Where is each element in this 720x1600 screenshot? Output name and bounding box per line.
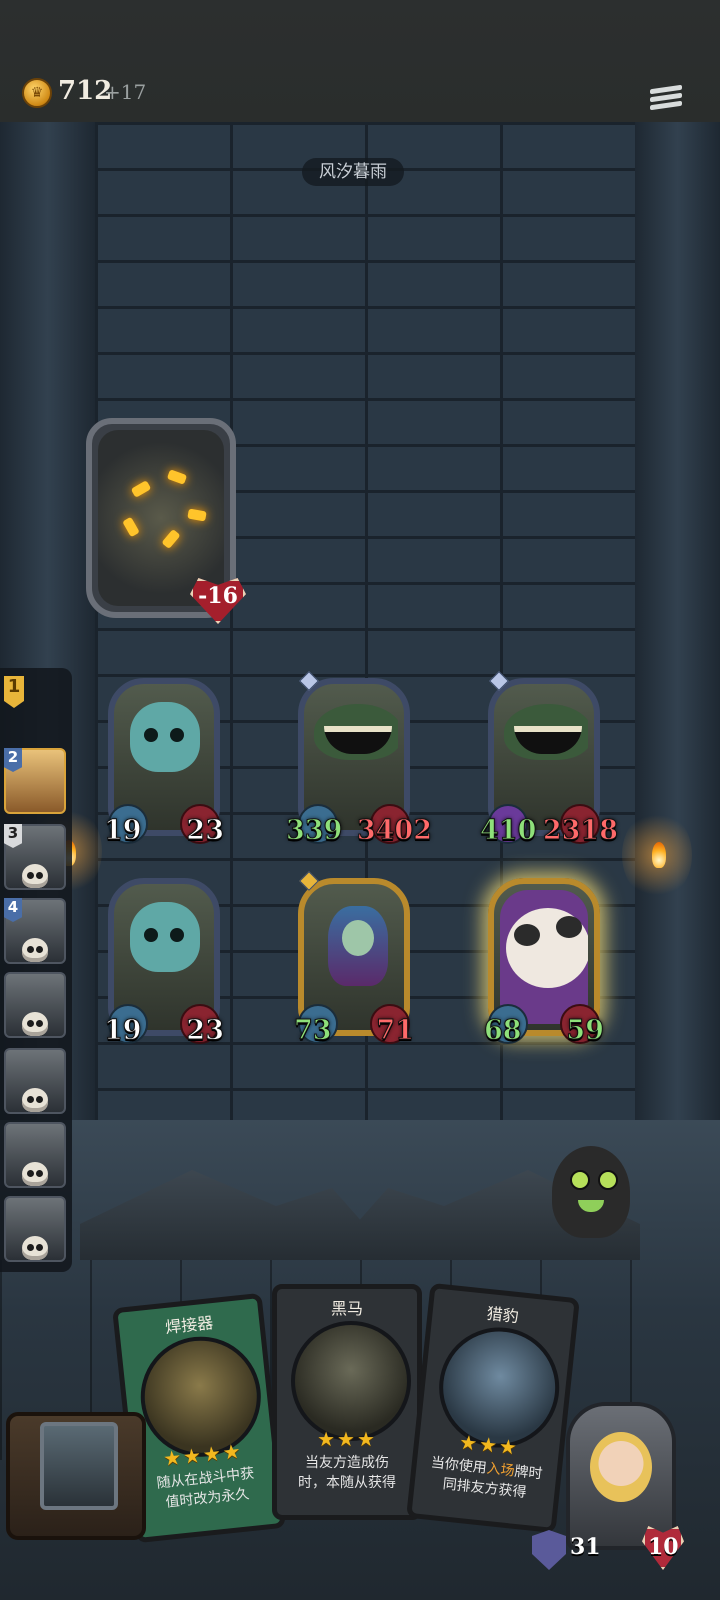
skull-icon bbox=[22, 1162, 48, 1186]
unit-attack: 19 bbox=[104, 1015, 143, 1046]
player-hero-portrait[interactable] bbox=[566, 1402, 676, 1550]
pet-body bbox=[552, 1146, 630, 1238]
gargoyle-art bbox=[130, 902, 200, 972]
keyword: 入场 bbox=[485, 1460, 516, 1480]
zone-title: 风汐暮雨 bbox=[302, 158, 404, 186]
skull-icon bbox=[22, 864, 48, 888]
turn-slot-6[interactable] bbox=[4, 1048, 66, 1114]
turn-slot-3[interactable]: 3 bbox=[4, 824, 66, 890]
unit-health: 23 bbox=[186, 815, 225, 846]
maw-beast-art bbox=[504, 704, 588, 760]
crown-coin-icon: ♛ bbox=[22, 78, 52, 108]
unit-health: 2318 bbox=[542, 815, 618, 846]
turn-number: 3 bbox=[4, 824, 22, 848]
turn-slot-4[interactable]: 4 bbox=[4, 898, 66, 964]
skull-icon bbox=[22, 1012, 48, 1036]
unit-attack: 73 bbox=[294, 1015, 333, 1046]
skull-icon bbox=[22, 1088, 48, 1112]
unit-health: 23 bbox=[186, 1015, 225, 1046]
turn-number: 4 bbox=[4, 898, 22, 922]
unit-attack: 339 bbox=[285, 815, 343, 846]
board-unit-elf-sorceress[interactable]: 73 71 bbox=[294, 871, 414, 1046]
unit-health: 59 bbox=[566, 1015, 605, 1046]
card-art bbox=[291, 1321, 411, 1441]
skull-icon bbox=[22, 1236, 48, 1260]
board-unit-maw-beast[interactable]: 410 2318 bbox=[479, 671, 619, 846]
card-title: 黑马 bbox=[330, 1299, 363, 1318]
board-unit-gargoyle[interactable]: 19 23 bbox=[104, 678, 224, 846]
maw-beast-art bbox=[314, 704, 398, 760]
unit-attack: 410 bbox=[479, 815, 537, 846]
elf-sorceress-art bbox=[328, 906, 388, 986]
board-unit-cow-creature[interactable]: 68 59 bbox=[484, 878, 604, 1046]
turn-slot-8[interactable] bbox=[4, 1196, 66, 1262]
gold-increment: +17 bbox=[104, 80, 147, 104]
turn-slot-2[interactable]: 2 bbox=[4, 748, 66, 814]
card-stars: ★★★ bbox=[317, 1427, 377, 1451]
hand-card-panther[interactable]: 猎豹 ★★★ 当你使用入场牌时 同排友方获得 bbox=[406, 1282, 580, 1534]
shop-hero-frame[interactable] bbox=[6, 1412, 146, 1540]
pet-companion[interactable] bbox=[546, 1128, 636, 1246]
player-health: 10 bbox=[648, 1534, 679, 1560]
turn-slot-7[interactable] bbox=[4, 1122, 66, 1188]
candle-flame-icon bbox=[652, 842, 666, 868]
right-pillar bbox=[635, 122, 720, 1182]
unit-attack: 19 bbox=[104, 815, 143, 846]
shop-hero-portrait bbox=[40, 1422, 118, 1510]
gargoyle-art bbox=[130, 702, 200, 772]
hand-card-dark-horse[interactable]: 黑马 ★★★ 当友方造成伤 时，本随从获得 bbox=[272, 1284, 422, 1520]
unit-attack: 68 bbox=[484, 1015, 523, 1046]
turn-number: 2 bbox=[4, 748, 22, 772]
unit-health: 71 bbox=[376, 1015, 415, 1046]
player-hero-face bbox=[590, 1432, 652, 1502]
board-unit-gargoyle[interactable]: 19 23 bbox=[104, 878, 224, 1046]
top-bar: ♛ 712 +17 bbox=[0, 0, 720, 125]
card-text: 当友方造成伤 时，本随从获得 bbox=[298, 1455, 396, 1491]
turn-slot-5[interactable] bbox=[4, 972, 66, 1038]
unit-health: 3402 bbox=[356, 815, 432, 846]
skull-icon bbox=[22, 938, 48, 962]
board-unit-maw-beast[interactable]: 339 3402 bbox=[285, 671, 433, 846]
hamburger-menu-icon[interactable] bbox=[650, 84, 682, 116]
player-armor: 31 bbox=[570, 1534, 601, 1560]
cow-creature-art bbox=[506, 908, 588, 988]
